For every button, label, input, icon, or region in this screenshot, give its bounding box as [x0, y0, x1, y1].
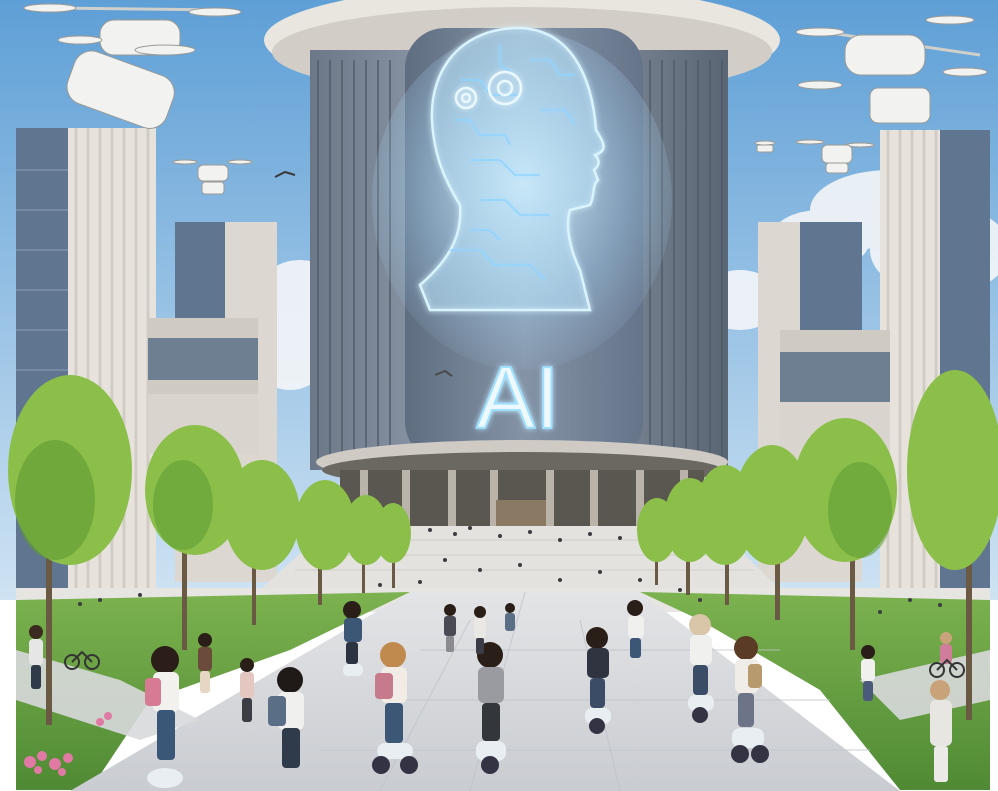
- person-icon: [940, 632, 952, 664]
- person-icon: [29, 625, 43, 689]
- central-tower: AI: [264, 0, 780, 526]
- tower-ai-sign: AI: [476, 348, 559, 447]
- person-icon: [505, 603, 515, 631]
- scooter-rider: [343, 601, 363, 676]
- hologram-head-icon: [418, 26, 605, 312]
- drone-icon: [754, 140, 776, 153]
- person-icon: [240, 658, 254, 722]
- person-icon: [198, 633, 212, 693]
- person-icon: [861, 645, 875, 701]
- ai-campus-scene: AI: [0, 0, 998, 791]
